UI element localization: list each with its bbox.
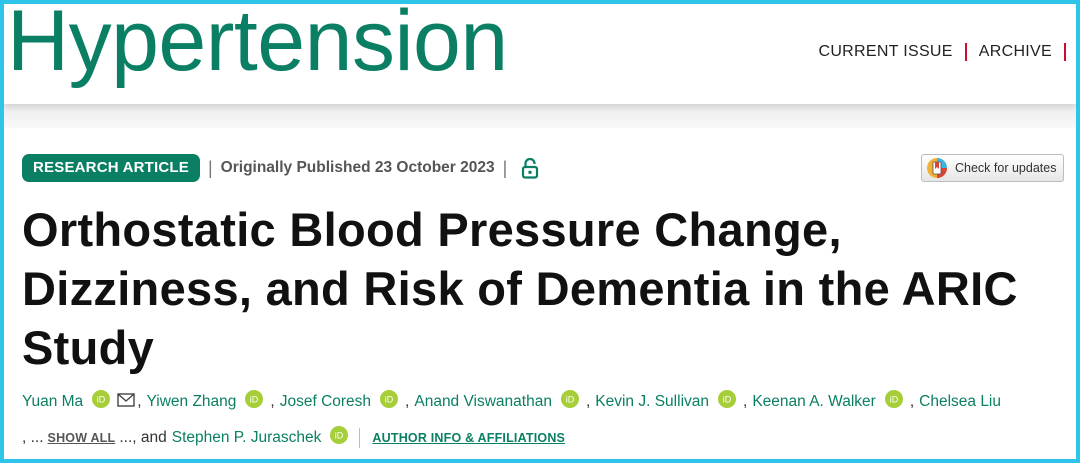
author-link[interactable]: Yiwen Zhang — [147, 393, 237, 411]
author-link[interactable]: Josef Coresh — [280, 393, 371, 411]
author-list: Yuan Ma iD , Yiwen Zhang iD , Josef Core… — [22, 390, 1001, 411]
journal-logo[interactable]: Hypertension — [7, 0, 508, 84]
orcid-icon[interactable]: iD — [718, 390, 737, 408]
check-for-updates-button[interactable]: Check for updates — [921, 154, 1064, 182]
title-line-2: Dizziness, and Risk of Dementia in the A… — [22, 262, 1018, 315]
author-ellipsis: , ... — [22, 429, 44, 446]
title-line-3: Study — [22, 321, 155, 374]
top-nav: CURRENT ISSUE ARCHIVE — [818, 43, 1078, 61]
nav-current-issue[interactable]: CURRENT ISSUE — [818, 43, 952, 61]
author-link[interactable]: Stephen P. Juraschek — [172, 429, 322, 447]
title-line-1: Orthostatic Blood Pressure Change, — [22, 203, 842, 256]
article-meta: RESEARCH ARTICLE | Originally Published … — [22, 154, 539, 182]
publication-date: Originally Published 23 October 2023 — [220, 159, 495, 176]
mail-icon[interactable] — [117, 393, 135, 407]
nav-archive[interactable]: ARCHIVE — [979, 43, 1052, 61]
author-link[interactable]: Anand Viswanathan — [414, 393, 552, 411]
author-link[interactable]: Keenan A. Walker — [752, 393, 876, 411]
orcid-icon[interactable]: iD — [330, 426, 349, 444]
author-link[interactable]: Chelsea Liu — [919, 393, 1001, 411]
orcid-icon[interactable]: iD — [884, 390, 903, 408]
meta-separator: | — [502, 157, 508, 178]
author-ellipsis: ..., and — [119, 429, 167, 446]
site-header: Hypertension CURRENT ISSUE ARCHIVE — [4, 0, 1078, 104]
meta-separator: | — [207, 157, 213, 178]
crossmark-icon — [927, 158, 947, 178]
open-access-lock-icon — [521, 157, 539, 179]
nav-separator — [964, 43, 967, 61]
orcid-icon[interactable]: iD — [560, 390, 579, 408]
show-all-authors-button[interactable]: SHOW ALL — [48, 431, 116, 445]
author-link[interactable]: Kevin J. Sullivan — [595, 393, 709, 411]
svg-text:iD: iD — [385, 395, 394, 405]
author-separator: , — [405, 393, 410, 410]
svg-text:iD: iD — [723, 395, 732, 405]
author-link[interactable]: Yuan Ma — [22, 393, 83, 411]
svg-text:iD: iD — [890, 395, 899, 405]
check-updates-label: Check for updates — [955, 161, 1057, 175]
author-list-continued: , ... SHOW ALL ..., and Stephen P. Juras… — [22, 426, 565, 448]
author-separator: , — [909, 393, 915, 410]
article-title: Orthostatic Blood Pressure Change, Dizzi… — [22, 200, 1072, 377]
orcid-icon[interactable]: iD — [92, 390, 111, 408]
nav-separator — [1064, 43, 1066, 61]
article-type-badge: RESEARCH ARTICLE — [22, 154, 200, 182]
author-info-affiliations-link[interactable]: AUTHOR INFO & AFFILIATIONS — [372, 431, 565, 445]
svg-text:iD: iD — [335, 431, 344, 441]
author-separator: , — [585, 393, 591, 410]
header-shadow-band — [4, 104, 1076, 128]
svg-text:iD: iD — [566, 395, 575, 405]
orcid-icon[interactable]: iD — [380, 390, 399, 408]
author-separator: , — [137, 393, 142, 410]
svg-text:iD: iD — [97, 395, 106, 405]
author-separator: , — [743, 393, 748, 410]
divider — [359, 428, 361, 448]
svg-text:iD: iD — [250, 395, 259, 405]
orcid-icon[interactable]: iD — [245, 390, 264, 408]
author-separator: , — [270, 393, 275, 410]
